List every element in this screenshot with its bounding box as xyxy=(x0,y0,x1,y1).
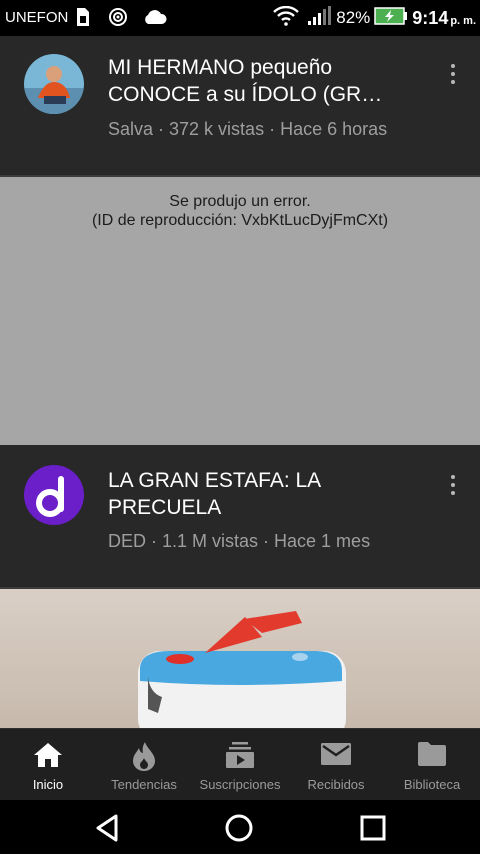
back-icon[interactable] xyxy=(90,811,124,845)
tab-label: Tendencias xyxy=(111,777,177,792)
video-title[interactable]: LA GRAN ESTAFA: LA PRECUELA xyxy=(108,467,418,523)
video-title[interactable]: MI HERMANO pequeño CONOCE a su ÍDOLO (GR… xyxy=(108,54,418,110)
clock-ampm: p. m. xyxy=(450,15,476,27)
battery-percent: 82% xyxy=(336,8,371,27)
video-item[interactable]: LA GRAN ESTAFA: LA PRECUELA DED · 1.1 M … xyxy=(0,447,480,587)
sim-card-icon xyxy=(74,7,90,31)
video-player-error[interactable]: Se produjo un error. (ID de reproducción… xyxy=(0,177,480,445)
signal-icon xyxy=(307,6,332,30)
mail-icon xyxy=(321,743,351,765)
channel-avatar[interactable] xyxy=(24,465,84,525)
subscriptions-icon xyxy=(226,742,254,768)
error-playback-id: (ID de reproducción: VxbKtLucDyjFmCXt) xyxy=(91,212,389,229)
video-thumbnail[interactable] xyxy=(0,589,480,728)
home-icon xyxy=(34,743,62,767)
wifi-icon xyxy=(273,5,300,30)
tab-label: Recibidos xyxy=(307,777,365,792)
tab-label: Suscripciones xyxy=(199,777,281,792)
channel-avatar[interactable] xyxy=(24,54,84,114)
cloud-icon xyxy=(142,9,168,29)
tab-inicio[interactable]: Inicio xyxy=(0,729,96,801)
clock-time: 9:14 xyxy=(412,7,449,28)
carrier-label: UNEFON xyxy=(5,9,69,26)
hotspot-icon xyxy=(108,7,128,31)
tab-tendencias[interactable]: Tendencias xyxy=(96,729,192,801)
battery-charging-icon xyxy=(374,6,408,30)
system-nav-bar xyxy=(0,800,480,854)
bottom-tab-bar: Inicio Tendencias Suscripciones Recibido… xyxy=(0,728,480,801)
tab-suscripciones[interactable]: Suscripciones xyxy=(192,729,288,801)
video-meta: Salva · 372 k vistas · Hace 6 horas xyxy=(108,119,388,139)
home-circle-icon[interactable] xyxy=(222,811,256,845)
status-bar: UNEFON 82% 9:14 p. m. xyxy=(0,0,480,36)
video-item[interactable]: MI HERMANO pequeño CONOCE a su ÍDOLO (GR… xyxy=(0,36,480,176)
error-message: Se produjo un error. xyxy=(169,193,311,210)
more-options-icon[interactable] xyxy=(442,64,464,90)
flame-icon xyxy=(133,742,155,771)
video-meta: DED · 1.1 M vistas · Hace 1 mes xyxy=(108,531,371,551)
more-options-icon[interactable] xyxy=(442,475,464,501)
folder-icon xyxy=(418,742,446,766)
tab-recibidos[interactable]: Recibidos xyxy=(288,729,384,801)
tab-label: Inicio xyxy=(32,777,64,792)
tab-biblioteca[interactable]: Biblioteca xyxy=(384,729,480,801)
recents-icon[interactable] xyxy=(356,811,390,845)
status-right: 82% 9:14 p. m. xyxy=(273,5,476,30)
tab-label: Biblioteca xyxy=(403,777,461,792)
